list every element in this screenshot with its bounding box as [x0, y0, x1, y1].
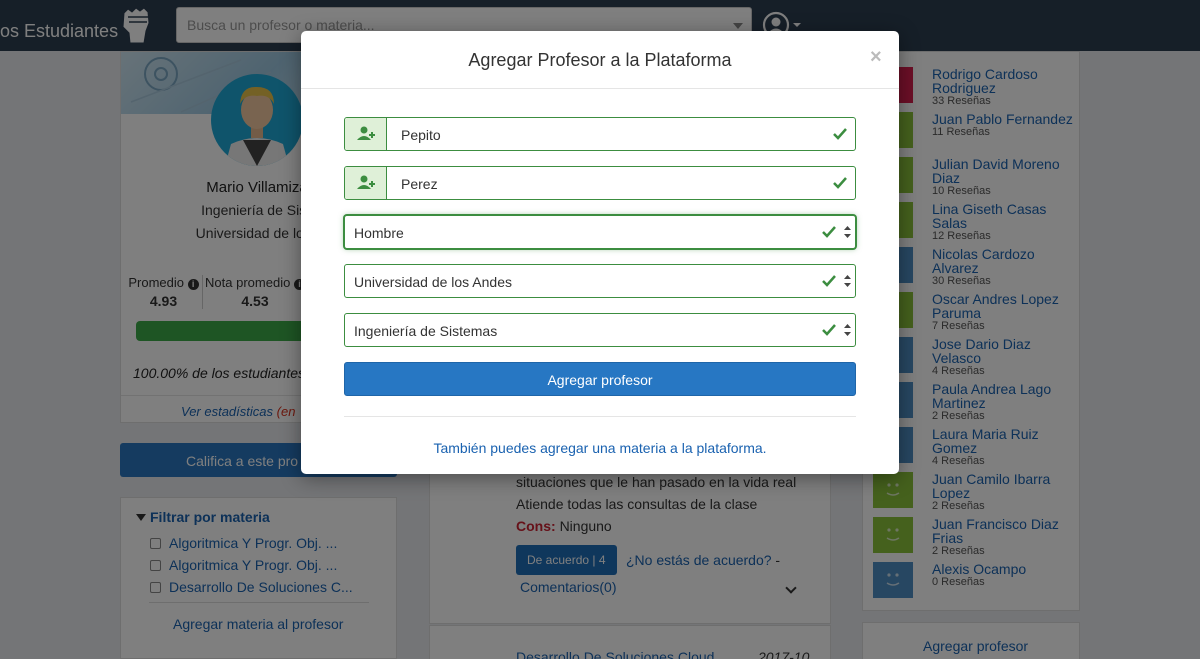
- add-user-icon: [345, 167, 387, 199]
- check-icon: [833, 128, 847, 140]
- program-select[interactable]: Ingeniería de Sistemas: [344, 313, 856, 347]
- add-subject-platform-link[interactable]: También puedes agregar una materia a la …: [301, 440, 899, 456]
- modal-title: Agregar Profesor a la Plataforma: [468, 50, 732, 70]
- first-name-value: Pepito: [401, 127, 441, 143]
- divider: [301, 88, 899, 89]
- gender-select[interactable]: Hombre: [344, 215, 856, 249]
- close-icon[interactable]: ×: [870, 46, 882, 69]
- select-arrows-icon[interactable]: [844, 225, 851, 239]
- check-icon: [822, 226, 836, 238]
- add-professor-modal: Agregar Profesor a la Plataforma × Pepit…: [301, 31, 899, 474]
- last-name-value: Perez: [401, 176, 438, 192]
- add-professor-submit-button[interactable]: Agregar profesor: [344, 362, 856, 396]
- program-value: Ingeniería de Sistemas: [354, 323, 498, 339]
- check-icon: [822, 275, 836, 287]
- first-name-field[interactable]: Pepito: [344, 117, 856, 151]
- add-user-icon: [345, 118, 387, 150]
- last-name-field[interactable]: Perez: [344, 166, 856, 200]
- divider: [344, 416, 856, 417]
- check-icon: [833, 177, 847, 189]
- check-icon: [822, 324, 836, 336]
- university-value: Universidad de los Andes: [354, 274, 512, 290]
- select-arrows-icon[interactable]: [844, 323, 851, 337]
- select-arrows-icon[interactable]: [844, 274, 851, 288]
- university-select[interactable]: Universidad de los Andes: [344, 264, 856, 298]
- gender-value: Hombre: [354, 225, 404, 241]
